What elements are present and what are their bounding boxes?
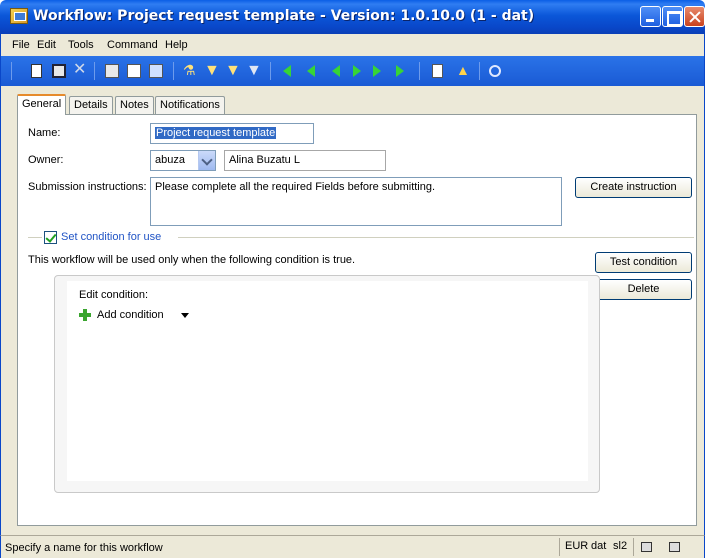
- notification-icon[interactable]: [641, 542, 652, 552]
- help-icon[interactable]: [489, 65, 501, 77]
- print-preview-icon[interactable]: [127, 64, 141, 78]
- menu-help[interactable]: Help: [165, 39, 188, 51]
- next-record-icon[interactable]: [353, 65, 361, 77]
- menu-command[interactable]: Command: [107, 39, 158, 51]
- refresh-icon[interactable]: [149, 64, 163, 78]
- new-icon[interactable]: [31, 64, 42, 78]
- delete-icon[interactable]: ✕: [73, 62, 87, 78]
- clear-filter-icon[interactable]: ▼: [246, 63, 262, 79]
- previous-page-icon[interactable]: [307, 65, 315, 77]
- edit-condition-label: Edit condition:: [79, 289, 149, 301]
- tab-general[interactable]: General: [17, 94, 67, 115]
- group-divider: [178, 237, 694, 238]
- tab-notifications[interactable]: Notifications: [155, 96, 225, 114]
- tab-details[interactable]: Details: [69, 96, 113, 114]
- toolbar: ✕ ⚗ ▼ ▼ ▼ ▲: [0, 56, 705, 86]
- create-instruction-button[interactable]: Create instruction: [575, 177, 692, 198]
- menu-tools[interactable]: Tools: [68, 39, 94, 51]
- toolbar-separator: [479, 62, 480, 80]
- name-label: Name:: [28, 127, 61, 139]
- form-area: General Details Notes Notifications Name…: [0, 86, 705, 535]
- owner-label: Owner:: [28, 154, 64, 166]
- minimize-button[interactable]: [640, 6, 661, 27]
- filter-by-selection-icon[interactable]: ▼: [204, 63, 220, 79]
- toolbar-separator: [94, 62, 95, 80]
- name-input[interactable]: Project request template: [150, 123, 314, 144]
- title-bar[interactable]: Workflow: Project request template - Ver…: [0, 0, 705, 34]
- toolbar-separator: [270, 62, 271, 80]
- status-company[interactable]: dat: [588, 539, 609, 556]
- toolbar-separator: [11, 62, 12, 80]
- advanced-filter-icon[interactable]: ▼: [225, 63, 241, 79]
- plus-icon[interactable]: [79, 309, 91, 321]
- owner-name-field: Alina Buzatu L: [224, 150, 386, 171]
- print-icon[interactable]: [105, 64, 119, 78]
- instructions-value: Please complete all the required Fields …: [155, 181, 436, 193]
- database-icon[interactable]: [669, 542, 680, 552]
- next-page-icon[interactable]: [373, 65, 381, 77]
- save-icon[interactable]: [52, 64, 66, 78]
- general-tab-panel: Name: Project request template Owner: ab…: [17, 114, 697, 526]
- last-record-icon[interactable]: [396, 65, 404, 77]
- window-title: Workflow: Project request template - Ver…: [33, 8, 535, 24]
- app-icon[interactable]: [10, 8, 28, 24]
- status-currency[interactable]: EUR: [562, 539, 591, 556]
- owner-combo[interactable]: abuza: [150, 150, 216, 171]
- dropdown-arrow-icon[interactable]: [181, 313, 189, 318]
- first-record-icon[interactable]: [283, 65, 291, 77]
- instructions-label: Submission instructions:: [28, 181, 147, 193]
- owner-name-value: Alina Buzatu L: [229, 154, 300, 166]
- filter-icon[interactable]: ⚗: [183, 63, 197, 78]
- menu-bar: File Edit Tools Command Help: [0, 34, 705, 56]
- tab-notes[interactable]: Notes: [115, 96, 154, 114]
- set-condition-checkbox[interactable]: [44, 231, 57, 244]
- document-icon[interactable]: [432, 64, 443, 78]
- instructions-textarea[interactable]: Please complete all the required Fields …: [150, 177, 562, 226]
- alert-icon[interactable]: ▲: [456, 63, 470, 78]
- status-layer[interactable]: sl2: [610, 539, 630, 556]
- toolbar-separator: [419, 62, 420, 80]
- close-button[interactable]: [684, 6, 705, 27]
- owner-id-value: abuza: [155, 154, 185, 166]
- test-condition-button[interactable]: Test condition: [595, 252, 692, 273]
- maximize-button[interactable]: [662, 6, 683, 27]
- group-divider-left: [28, 237, 42, 238]
- menu-edit[interactable]: Edit: [37, 39, 56, 51]
- status-bar: Specify a name for this workflow EUR dat…: [0, 535, 705, 558]
- add-condition-link[interactable]: Add condition: [97, 309, 164, 321]
- condition-editor-frame: Edit condition: Add condition: [54, 275, 600, 493]
- status-separator: [633, 538, 634, 556]
- status-message: Specify a name for this workflow: [5, 542, 163, 554]
- toolbar-separator: [173, 62, 174, 80]
- menu-file[interactable]: File: [12, 39, 30, 51]
- chevron-down-icon[interactable]: [198, 151, 215, 170]
- delete-button[interactable]: Delete: [595, 279, 692, 300]
- name-value: Project request template: [155, 127, 277, 139]
- previous-record-icon[interactable]: [332, 65, 340, 77]
- condition-editor[interactable]: Edit condition: Add condition: [67, 281, 588, 481]
- status-separator: [559, 538, 560, 556]
- condition-description: This workflow will be used only when the…: [28, 254, 356, 266]
- set-condition-label[interactable]: Set condition for use: [61, 231, 161, 243]
